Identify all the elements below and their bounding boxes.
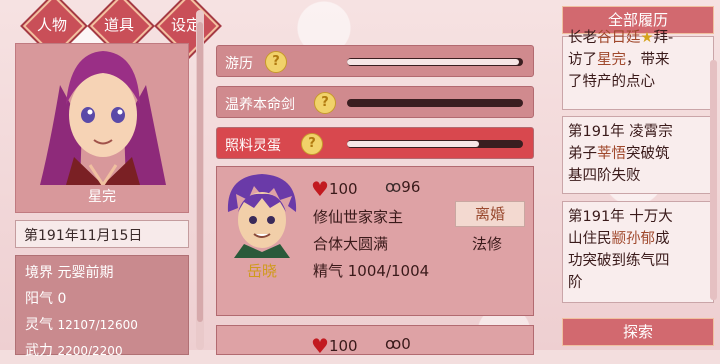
history-entry: 第191年 凌霄宗 弟子莘悟突破筑 基四阶失败 (562, 116, 714, 194)
history-text: 突破筑 (626, 146, 670, 162)
partner2-bond-value: 0 (401, 335, 411, 353)
bond-icon: ꝏ (385, 177, 402, 196)
skill-row-travel[interactable]: 游历 ? (216, 45, 534, 77)
skill-row-egg[interactable]: 照料灵蛋 ? (216, 127, 534, 159)
history-text: 山住民 (568, 231, 612, 247)
skill-name: 温养本命剑 (225, 97, 295, 113)
stat-realm: 境界 元婴前期 (25, 260, 179, 286)
explore-button[interactable]: 探索 (562, 318, 714, 346)
partner-vitality: 精气 1004/1004 (313, 262, 430, 280)
history-line: 弟子莘悟突破筑 (568, 143, 708, 165)
partner-portrait (227, 174, 297, 258)
partner-bond: ꝏ96 (385, 177, 420, 196)
history-text: ，带来 (626, 52, 670, 68)
character-stats: 境界 元婴前期 阳气 0 灵气 12107/12600 武力 2200/2200 (15, 255, 189, 359)
tab-label: 人物 (36, 16, 67, 34)
skill-progress-bar (347, 99, 523, 107)
stat-value: 2200/2200 (57, 344, 123, 358)
stat-qi: 灵气 12107/12600 (25, 312, 179, 338)
history-line: 山住民颛孙郁成 (568, 228, 708, 250)
partner-identity: 修仙世家家主 (313, 208, 404, 226)
partner2-heart-value: 100 (328, 337, 358, 355)
history-line: 阶 (568, 275, 583, 291)
partner-realm: 合体大圆满 (313, 235, 389, 253)
partner-card-2[interactable] (216, 325, 534, 355)
skill-name: 照料灵蛋 (225, 138, 281, 154)
partner-name: 岳晓 (247, 262, 278, 280)
stat-label: 境界 (25, 265, 53, 281)
history-line: 基四阶失败 (568, 168, 641, 184)
history-text: 访了 (568, 52, 597, 68)
stat-value: 12107/12600 (57, 318, 138, 332)
middle-scrollbar-thumb[interactable] (197, 22, 203, 322)
history-text: 了特产的点心 (568, 74, 655, 90)
history-name: 谷日廷 (597, 30, 641, 46)
skill-name: 游历 (225, 56, 253, 72)
game-date: 第191年11月15日 (15, 220, 189, 248)
heart-icon: ♥ (311, 177, 329, 201)
partner-bond-value: 96 (401, 178, 421, 196)
history-name: 颛孙郁 (611, 231, 656, 247)
skill-row-sword[interactable]: 温养本命剑 ? (216, 86, 534, 118)
history-line: 长老谷日廷★拜- (568, 30, 674, 46)
help-icon[interactable]: ? (314, 92, 336, 114)
history-entry: 第191年 十万大 山住民颛孙郁成 功突破到练气四 阶 (562, 201, 714, 303)
skill-progress-bar (347, 140, 523, 148)
stat-value: 0 (57, 291, 67, 307)
bond-icon: ꝏ (385, 334, 402, 353)
partner2-bond: ꝏ0 (385, 334, 411, 353)
help-icon[interactable]: ? (301, 133, 323, 155)
history-name: 莘悟 (597, 146, 626, 162)
stat-label: 阳气 (25, 291, 53, 307)
partner-method: 法修 (472, 235, 503, 253)
stat-wuli: 武力 2200/2200 (25, 338, 179, 364)
partner-heart: ♥100 (311, 177, 358, 201)
heart-icon: ♥ (311, 334, 329, 358)
skill-progress-bar (347, 58, 523, 66)
history-scrollbar[interactable] (710, 60, 717, 300)
history-text: 长老 (568, 30, 597, 46)
partner-heart-value: 100 (328, 180, 358, 198)
history-line: 了特产的点心 (568, 71, 708, 93)
stat-yang: 阳气 0 (25, 286, 179, 312)
stat-label: 灵气 (25, 317, 53, 333)
history-text: 弟子 (568, 146, 597, 162)
partner2-heart: ♥100 (311, 334, 358, 358)
history-line: 访了星完，带来 (568, 49, 708, 71)
stat-value: 元婴前期 (57, 265, 114, 281)
stat-label: 武力 (25, 343, 53, 359)
history-text: 成 (655, 231, 670, 247)
history-line: 第191年 十万大 (568, 209, 673, 225)
skill-progress-fill (347, 59, 520, 65)
tab-label: 道具 (103, 16, 134, 34)
skill-progress-fill (347, 141, 479, 147)
character-portrait (40, 51, 166, 185)
help-icon[interactable]: ? (265, 51, 287, 73)
history-line: 第191年 凌霄宗 (568, 124, 673, 140)
history-entry: 长老谷日廷★拜- 访了星完，带来 了特产的点心 (562, 30, 714, 110)
tab-label: 设定 (170, 16, 201, 34)
character-name: 星完 (88, 189, 116, 205)
divorce-button[interactable]: 离婚 (455, 201, 525, 227)
star-icon: ★ (640, 30, 654, 46)
history-name: 星完 (597, 52, 626, 68)
history-line: 功突破到练气四 (568, 253, 670, 269)
